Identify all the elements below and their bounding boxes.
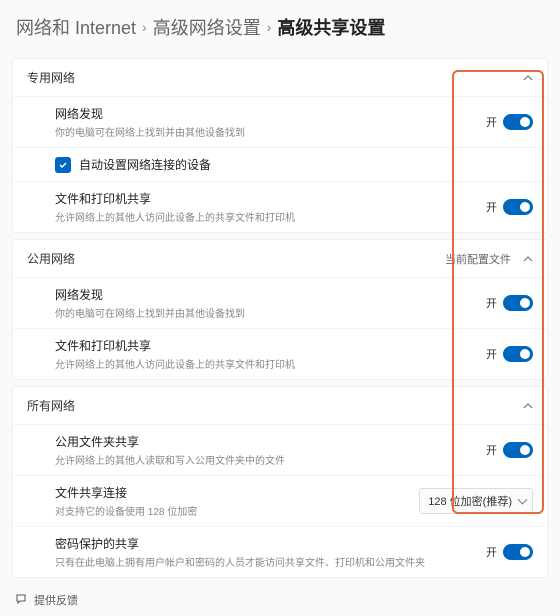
setting-desc: 你的电脑可在网络上找到并由其他设备找到 (55, 124, 245, 139)
chevron-up-icon (523, 254, 533, 264)
row-public-folder-sharing: 公用文件夹共享 允许网络上的其他人读取和写入公用文件夹中的文件 开 (13, 424, 547, 475)
row-file-sharing-connection: 文件共享连接 对支持它的设备使用 128 位加密 128 位加密(推荐) (13, 475, 547, 526)
section-public-network: 公用网络 当前配置文件 网络发现 你的电脑可在网络上找到并由其他设备找到 开 文… (12, 239, 548, 380)
section-title: 所有网络 (27, 397, 75, 414)
section-header-all[interactable]: 所有网络 (13, 387, 547, 424)
section-header-public[interactable]: 公用网络 当前配置文件 (13, 240, 547, 277)
feedback-link[interactable]: 提供反馈 (0, 584, 560, 616)
chevron-right-icon: › (142, 19, 147, 35)
toggle-state: 开 (486, 199, 497, 215)
section-header-private[interactable]: 专用网络 (13, 59, 547, 96)
row-auto-setup: 自动设置网络连接的设备 (13, 147, 547, 181)
setting-desc: 允许网络上的其他人访问此设备上的共享文件和打印机 (55, 356, 295, 371)
section-all-networks: 所有网络 公用文件夹共享 允许网络上的其他人读取和写入公用文件夹中的文件 开 文… (12, 386, 548, 578)
toggle-state: 开 (486, 114, 497, 130)
setting-desc: 允许网络上的其他人读取和写入公用文件夹中的文件 (55, 452, 285, 467)
feedback-label: 提供反馈 (34, 592, 78, 608)
toggle-state: 开 (486, 346, 497, 362)
checkbox-label: 自动设置网络连接的设备 (79, 156, 211, 173)
page-title: 高级共享设置 (277, 14, 385, 40)
toggle-file-printer[interactable] (503, 199, 533, 215)
row-network-discovery: 网络发现 你的电脑可在网络上找到并由其他设备找到 开 (13, 277, 547, 328)
row-file-printer-sharing: 文件和打印机共享 允许网络上的其他人访问此设备上的共享文件和打印机 开 (13, 181, 547, 232)
dropdown-encryption[interactable]: 128 位加密(推荐) (419, 488, 533, 514)
setting-title: 公用文件夹共享 (55, 433, 285, 450)
toggle-state: 开 (486, 442, 497, 458)
breadcrumb-link-network[interactable]: 网络和 Internet (16, 14, 136, 40)
setting-title: 网络发现 (55, 286, 245, 303)
setting-desc: 只有在此电脑上拥有用户帐户和密码的人员才能访问共享文件、打印机和公用文件夹 (55, 554, 425, 569)
breadcrumb-link-advanced[interactable]: 高级网络设置 (153, 14, 261, 40)
checkbox-auto-setup[interactable] (55, 157, 71, 173)
toggle-state: 开 (486, 295, 497, 311)
row-network-discovery: 网络发现 你的电脑可在网络上找到并由其他设备找到 开 (13, 96, 547, 147)
chevron-up-icon (523, 73, 533, 83)
setting-title: 文件和打印机共享 (55, 337, 295, 354)
toggle-file-printer[interactable] (503, 346, 533, 362)
setting-title: 密码保护的共享 (55, 535, 425, 552)
toggle-state: 开 (486, 544, 497, 560)
setting-title: 文件和打印机共享 (55, 190, 295, 207)
chevron-right-icon: › (267, 19, 272, 35)
toggle-network-discovery[interactable] (503, 114, 533, 130)
setting-desc: 你的电脑可在网络上找到并由其他设备找到 (55, 305, 245, 320)
setting-desc: 对支持它的设备使用 128 位加密 (55, 503, 197, 518)
feedback-icon (16, 594, 28, 606)
toggle-network-discovery[interactable] (503, 295, 533, 311)
section-title: 专用网络 (27, 69, 75, 86)
section-private-network: 专用网络 网络发现 你的电脑可在网络上找到并由其他设备找到 开 自动设置网络连接… (12, 58, 548, 233)
setting-title: 文件共享连接 (55, 484, 197, 501)
row-password-protected-sharing: 密码保护的共享 只有在此电脑上拥有用户帐户和密码的人员才能访问共享文件、打印机和… (13, 526, 547, 577)
breadcrumb: 网络和 Internet › 高级网络设置 › 高级共享设置 (0, 0, 560, 52)
current-profile-tag: 当前配置文件 (445, 251, 511, 267)
toggle-password-sharing[interactable] (503, 544, 533, 560)
section-title: 公用网络 (27, 250, 75, 267)
setting-desc: 允许网络上的其他人访问此设备上的共享文件和打印机 (55, 209, 295, 224)
row-file-printer-sharing: 文件和打印机共享 允许网络上的其他人访问此设备上的共享文件和打印机 开 (13, 328, 547, 379)
chevron-up-icon (523, 401, 533, 411)
setting-title: 网络发现 (55, 105, 245, 122)
toggle-public-folder[interactable] (503, 442, 533, 458)
